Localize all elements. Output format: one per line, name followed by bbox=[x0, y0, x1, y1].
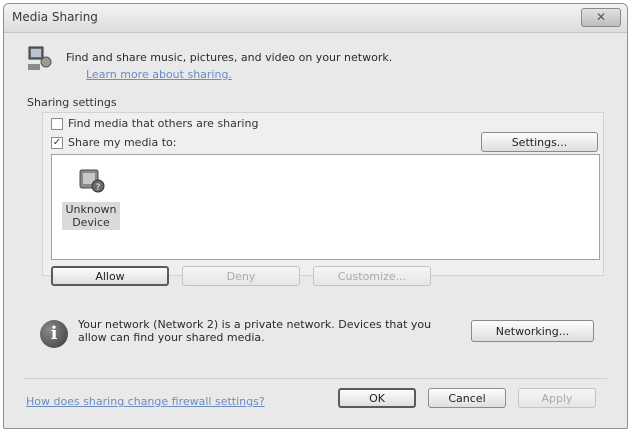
share-media-option[interactable]: ✓ Share my media to: bbox=[51, 136, 176, 149]
share-media-checkbox[interactable]: ✓ bbox=[51, 136, 63, 149]
firewall-settings-link[interactable]: How does sharing change firewall setting… bbox=[26, 395, 265, 408]
find-media-label: Find media that others are sharing bbox=[68, 117, 259, 130]
ok-button[interactable]: OK bbox=[338, 388, 416, 408]
title-bar[interactable]: Media Sharing ✕ bbox=[4, 4, 627, 33]
media-sharing-icon bbox=[28, 46, 52, 70]
close-button[interactable]: ✕ bbox=[581, 8, 621, 27]
networking-button[interactable]: Networking... bbox=[471, 320, 594, 342]
info-icon: i bbox=[40, 320, 68, 348]
device-item[interactable]: ? Unknown Device bbox=[62, 165, 120, 230]
cancel-button[interactable]: Cancel bbox=[428, 388, 506, 408]
close-icon: ✕ bbox=[595, 10, 607, 24]
share-media-label: Share my media to: bbox=[68, 136, 177, 149]
svg-text:?: ? bbox=[96, 183, 101, 193]
customize-button[interactable]: Customize... bbox=[313, 266, 431, 286]
settings-button[interactable]: Settings... bbox=[481, 132, 598, 152]
apply-button[interactable]: Apply bbox=[518, 388, 596, 408]
device-list[interactable]: ? Unknown Device bbox=[51, 154, 600, 260]
learn-more-link[interactable]: Learn more about sharing. bbox=[86, 68, 232, 81]
find-media-checkbox[interactable] bbox=[51, 117, 63, 130]
footer-separator bbox=[24, 378, 607, 379]
deny-button[interactable]: Deny bbox=[182, 266, 300, 286]
find-media-option[interactable]: Find media that others are sharing bbox=[51, 117, 258, 130]
window-title: Media Sharing bbox=[12, 10, 98, 24]
media-sharing-dialog: Media Sharing ✕ Find and share music, pi… bbox=[3, 3, 628, 429]
media-device-icon: ? bbox=[79, 169, 105, 193]
device-name: Unknown Device bbox=[62, 202, 120, 230]
allow-button[interactable]: Allow bbox=[51, 266, 169, 286]
sharing-settings-label: Sharing settings bbox=[27, 96, 117, 109]
header-description: Find and share music, pictures, and vide… bbox=[66, 51, 393, 64]
network-info-text: Your network (Network 2) is a private ne… bbox=[78, 318, 432, 344]
